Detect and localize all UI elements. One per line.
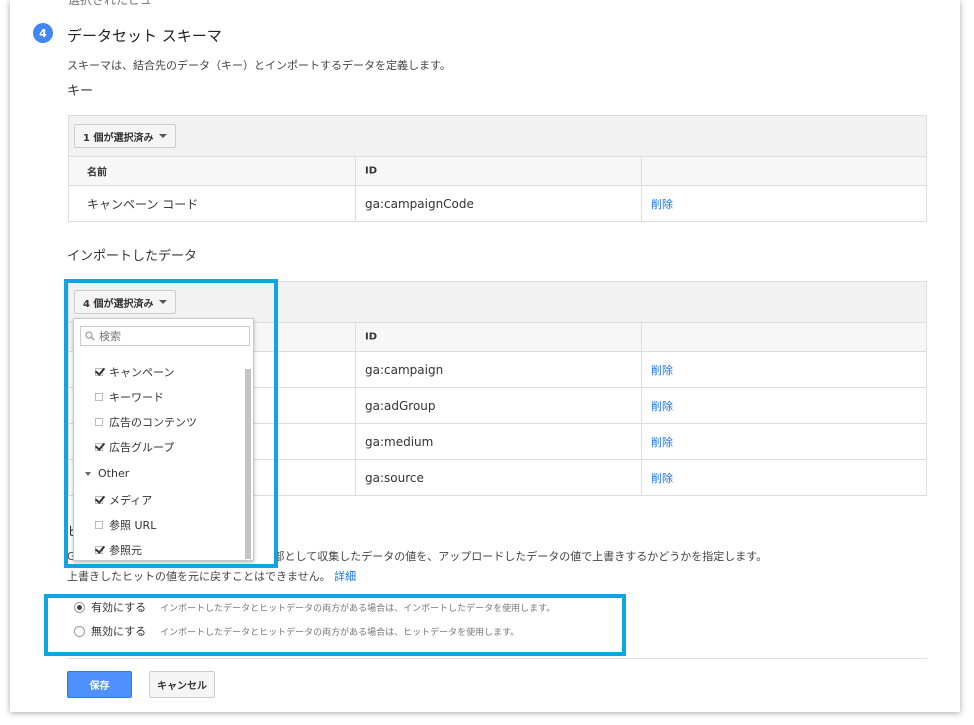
delete-link[interactable]: 削除 [651,362,673,378]
imported-data-label: インポートしたデータ [67,249,198,264]
detail-link[interactable]: 詳細 [334,570,356,583]
delete-link[interactable]: 削除 [651,398,673,414]
import-id-cell: ga:adGroup [365,398,436,413]
caret-down-icon [159,134,168,138]
highlight-box-dropdown [64,279,278,568]
overwrite-desc-suffix: 部として収集したデータの値を、アップロードしたデータの値で上書きするかどうかを指… [273,550,768,563]
key-selected-label: 1 個が選択済み [83,132,154,144]
section-title: データセット スキーマ [67,27,222,45]
key-id-cell: ga:campaignCode [365,196,474,211]
header-id: ID [365,331,378,343]
import-id-cell: ga:medium [365,434,434,449]
key-label: キー [67,84,94,99]
delete-link[interactable]: 削除 [651,434,673,450]
highlight-box-radio-options [44,594,626,656]
key-table: 1 個が選択済み 名前 ID キャンペーン コード ga:campaignCod… [68,115,927,222]
import-id-cell: ga:campaign [365,362,444,377]
cut-off-text: 選択されたビュー [68,0,165,7]
key-name-cell: キャンペーン コード [87,197,199,211]
table-row: キャンペーン コード ga:campaignCode 削除 [69,186,926,221]
divider [67,658,927,659]
cancel-button[interactable]: キャンセル [149,671,215,698]
import-id-cell: ga:source [365,470,424,485]
schema-description: スキーマは、結合先のデータ（キー）とインポートするデータを定義します。 [67,59,451,72]
header-id: ID [365,165,378,177]
overwrite-warning: 上書きしたヒットの値を元に戻すことはできません。 詳細 [67,568,356,584]
key-select-dropdown-button[interactable]: 1 個が選択済み [74,124,177,148]
header-name: 名前 [87,167,107,179]
delete-link[interactable]: 削除 [651,470,673,486]
delete-link[interactable]: 削除 [651,196,673,212]
settings-panel: 選択されたビュー 4 データセット スキーマ スキーマは、結合先のデータ（キー）… [10,0,960,712]
overwrite-warning-text: 上書きしたヒットの値を元に戻すことはできません。 [67,570,331,583]
key-table-header: 名前 ID [69,157,926,186]
save-button[interactable]: 保存 [67,671,132,698]
step-number-badge: 4 [33,23,53,43]
key-table-toolbar: 1 個が選択済み [69,116,926,157]
